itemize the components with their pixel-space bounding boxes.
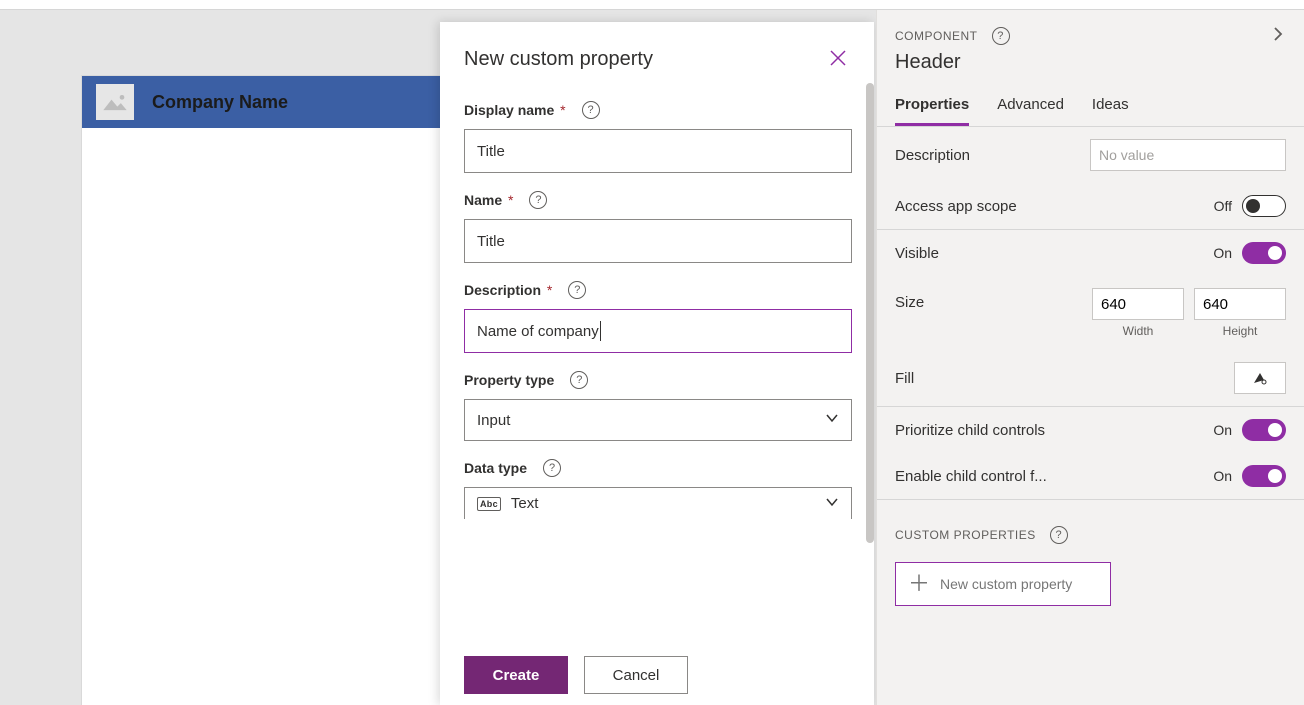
row-label: Fill (895, 370, 914, 387)
dialog-header: New custom property (440, 22, 874, 83)
chevron-right-icon[interactable] (1270, 26, 1286, 45)
dialog-footer: Create Cancel (440, 645, 874, 705)
help-icon[interactable]: ? (543, 459, 561, 477)
row-size: Size Width Height (877, 276, 1304, 350)
tab-ideas[interactable]: Ideas (1092, 86, 1129, 126)
row-label: Size (895, 294, 924, 311)
field-property-type: Property type ? Input (464, 371, 850, 441)
chevron-down-icon (825, 495, 839, 513)
access-scope-toggle[interactable] (1242, 195, 1286, 217)
row-prioritize-child: Prioritize child controls On (877, 407, 1304, 453)
property-type-select[interactable]: Input (464, 399, 852, 441)
tab-properties[interactable]: Properties (895, 86, 969, 126)
enable-child-toggle[interactable] (1242, 465, 1286, 487)
pane-title: Header (877, 51, 1304, 86)
row-access-scope: Access app scope Off (877, 183, 1304, 229)
help-icon[interactable]: ? (570, 371, 588, 389)
height-label: Height (1194, 324, 1286, 338)
row-label: Enable child control f... (895, 468, 1047, 485)
row-enable-child: Enable child control f... On (877, 453, 1304, 499)
description-value-input[interactable]: No value (1090, 139, 1286, 171)
field-name: Name * ? (464, 191, 850, 263)
height-input[interactable] (1194, 288, 1286, 320)
dialog-title: New custom property (464, 48, 653, 71)
property-list: Description No value Access app scope Of… (877, 127, 1304, 628)
help-icon[interactable]: ? (1050, 526, 1068, 544)
company-name-label: Company Name (152, 92, 288, 113)
help-icon[interactable]: ? (992, 27, 1010, 45)
field-display-name: Display name * ? (464, 101, 850, 173)
display-name-label: Display name * ? (464, 101, 850, 119)
help-icon[interactable]: ? (568, 281, 586, 299)
row-label: Visible (895, 245, 939, 262)
field-data-type: Data type ? Abc Text (464, 459, 850, 519)
fill-color-picker[interactable] (1234, 362, 1286, 394)
width-label: Width (1092, 324, 1184, 338)
field-description: Description * ? Name of company (464, 281, 850, 353)
description-label: Description * ? (464, 281, 850, 299)
row-description: Description No value (877, 127, 1304, 183)
toggle-state-text: Off (1214, 198, 1232, 214)
custom-properties-header: CUSTOM PROPERTIES ? (877, 500, 1304, 550)
pane-section-header: COMPONENT ? (877, 10, 1304, 51)
image-placeholder-icon (96, 84, 134, 120)
text-type-icon: Abc (477, 497, 501, 511)
cancel-button[interactable]: Cancel (584, 656, 688, 694)
data-type-select[interactable]: Abc Text (464, 487, 852, 519)
row-label: Description (895, 147, 970, 164)
width-input[interactable] (1092, 288, 1184, 320)
data-type-label: Data type ? (464, 459, 850, 477)
new-custom-property-dialog: New custom property Display name * ? Nam… (440, 22, 874, 705)
pane-tabs: Properties Advanced Ideas (877, 86, 1304, 127)
toggle-state-text: On (1213, 245, 1232, 261)
tab-advanced[interactable]: Advanced (997, 86, 1064, 126)
create-button[interactable]: Create (464, 656, 568, 694)
pane-section-title: COMPONENT (895, 29, 978, 43)
help-icon[interactable]: ? (529, 191, 547, 209)
toolbar-strip (0, 0, 1304, 10)
plus-icon: ＋ (908, 573, 930, 595)
row-label: Prioritize child controls (895, 422, 1045, 439)
display-name-input[interactable] (464, 129, 852, 173)
row-visible: Visible On (877, 230, 1304, 276)
toggle-state-text: On (1213, 468, 1232, 484)
chevron-down-icon (825, 411, 839, 429)
prioritize-child-toggle[interactable] (1242, 419, 1286, 441)
close-icon[interactable] (828, 48, 848, 68)
row-fill: Fill (877, 350, 1304, 406)
row-label: Access app scope (895, 198, 1017, 215)
help-icon[interactable]: ? (582, 101, 600, 119)
dialog-body: Display name * ? Name * ? Description * … (440, 83, 874, 645)
app-root: Company Name New custom property Display… (0, 0, 1304, 705)
new-custom-property-button[interactable]: ＋ New custom property (895, 562, 1111, 606)
visible-toggle[interactable] (1242, 242, 1286, 264)
properties-pane: COMPONENT ? Header Properties Advanced I… (876, 10, 1304, 705)
dialog-scrollbar[interactable] (866, 83, 874, 543)
toggle-state-text: On (1213, 422, 1232, 438)
property-type-label: Property type ? (464, 371, 850, 389)
name-label: Name * ? (464, 191, 850, 209)
description-input[interactable]: Name of company (464, 309, 852, 353)
name-input[interactable] (464, 219, 852, 263)
